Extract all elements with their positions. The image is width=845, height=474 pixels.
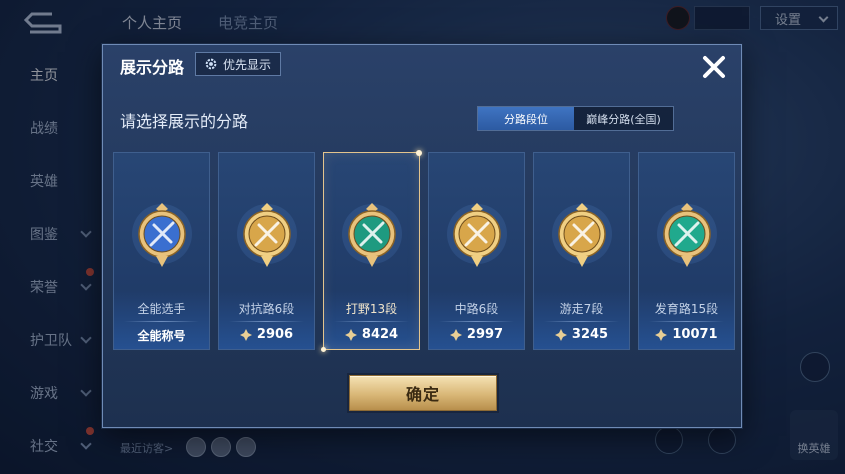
mid-lane-badge-icon bbox=[447, 203, 507, 267]
lane-label: 中路6段 bbox=[454, 302, 499, 316]
lane-card[interactable]: 全能选手 全能称号 bbox=[113, 152, 210, 350]
lane-card[interactable]: 游走7段 3245 bbox=[533, 152, 630, 350]
lane-score-value: 10071 bbox=[672, 327, 718, 342]
rank-points-icon bbox=[449, 328, 462, 341]
divider bbox=[124, 321, 199, 322]
gear-icon bbox=[205, 58, 217, 70]
rank-points-icon bbox=[655, 328, 668, 341]
rank-points-icon bbox=[239, 328, 252, 341]
close-button[interactable] bbox=[695, 48, 733, 86]
divider bbox=[229, 321, 304, 322]
lane-score: 全能称号 bbox=[114, 327, 209, 344]
divider bbox=[334, 321, 409, 322]
lane-card-list: 全能选手 全能称号 对抗路6段 2906 打野13段 8424 中路6段 299… bbox=[113, 150, 735, 352]
dialog-subtitle: 请选择展示的分路 bbox=[120, 112, 249, 131]
lane-label: 全能选手 bbox=[137, 302, 186, 316]
roam-badge-icon bbox=[552, 203, 612, 267]
all-round-badge-icon bbox=[132, 203, 192, 267]
lane-label: 对抗路6段 bbox=[238, 302, 295, 316]
lane-score: 10071 bbox=[639, 327, 734, 342]
lane-score-value: 2997 bbox=[466, 327, 504, 342]
dialog-title: 展示分路 bbox=[120, 58, 185, 77]
segment-lane-rank[interactable]: 分路段位 bbox=[478, 107, 574, 130]
lane-label: 打野13段 bbox=[345, 302, 398, 316]
lane-label: 游走7段 bbox=[559, 302, 604, 316]
clash-lane-badge-icon bbox=[237, 203, 297, 267]
segment-peak-lane[interactable]: 巅峰分路(全国) bbox=[574, 107, 673, 130]
lane-card[interactable]: 打野13段 8424 bbox=[321, 150, 422, 352]
farm-lane-badge-icon bbox=[657, 203, 717, 267]
lane-score-value: 8424 bbox=[361, 327, 399, 342]
lane-score: 3245 bbox=[534, 327, 629, 342]
rank-points-icon bbox=[554, 328, 567, 341]
lane-card[interactable]: 中路6段 2997 bbox=[428, 152, 525, 350]
divider bbox=[439, 321, 514, 322]
lane-card[interactable]: 发育路15段 10071 bbox=[638, 152, 735, 350]
lane-score-value: 3245 bbox=[571, 327, 609, 342]
ranking-type-toggle: 分路段位 巅峰分路(全国) bbox=[477, 106, 674, 131]
close-icon bbox=[703, 56, 725, 78]
lane-score: 8424 bbox=[324, 327, 419, 342]
lane-score-value: 全能称号 bbox=[137, 329, 186, 343]
lane-score: 2906 bbox=[219, 327, 314, 342]
lane-score-value: 2906 bbox=[256, 327, 294, 342]
lane-score: 2997 bbox=[429, 327, 524, 342]
lane-display-dialog: 展示分路 优先显示 请选择展示的分路 分路段位 巅峰分路(全国) 全能选手 全能… bbox=[102, 44, 742, 428]
divider bbox=[544, 321, 619, 322]
confirm-button[interactable]: 确定 bbox=[349, 375, 497, 411]
jungle-badge-icon bbox=[342, 203, 402, 267]
priority-display-button[interactable]: 优先显示 bbox=[195, 52, 282, 76]
divider bbox=[649, 321, 724, 322]
rank-points-icon bbox=[344, 328, 357, 341]
lane-label: 发育路15段 bbox=[654, 302, 719, 316]
lane-card[interactable]: 对抗路6段 2906 bbox=[218, 152, 315, 350]
